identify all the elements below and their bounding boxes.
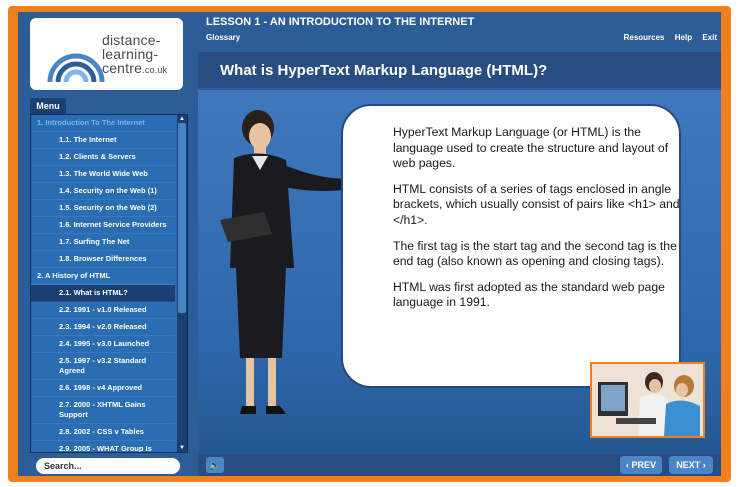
menu-item[interactable]: 1.2. Clients & Servers (31, 149, 175, 166)
menu-item[interactable]: 2.6. 1998 - v4 Approved (31, 380, 175, 397)
menu-panel: 1. Introduction To The Internet 1.1. The … (30, 114, 188, 453)
menu-tab[interactable]: Menu (30, 98, 66, 114)
menu-item[interactable]: 1.7. Surfing The Net (31, 234, 175, 251)
students-photo (590, 362, 705, 438)
help-link[interactable]: Help (675, 33, 692, 42)
scroll-down-icon[interactable]: ▼ (177, 444, 187, 452)
logo-arc-icon (47, 53, 105, 83)
paragraph-4: HTML was first adopted as the standard w… (393, 279, 665, 310)
logo-line3: centre (102, 60, 143, 76)
menu-item[interactable]: 1.5. Security on the Web (2) (31, 200, 175, 217)
menu-item[interactable]: 2.2. 1991 - v1.0 Released (31, 302, 175, 319)
menu-item[interactable]: 1.6. Internet Service Providers (31, 217, 175, 234)
paragraph-3: The first tag is the start tag and the s… (393, 238, 677, 269)
paragraph-1: HyperText Markup Language (or HTML) is t… (393, 125, 669, 171)
menu-item[interactable]: 1.8. Browser Differences (31, 251, 175, 268)
menu-list: 1. Introduction To The Internet 1.1. The … (31, 115, 175, 452)
menu-item[interactable]: 2.8. 2002 - CSS v Tables (31, 424, 175, 441)
menu-item[interactable]: 2.1. What is HTML? (31, 285, 175, 302)
logo: distance- learning- centre.co.uk (30, 18, 183, 90)
logo-wordmark: distance- learning- centre.co.uk (102, 33, 167, 77)
menu-item[interactable]: 2.5. 1997 - v3.2 Standard Agreed (31, 353, 175, 380)
slide-content: HyperText Markup Language (or HTML) is t… (393, 125, 683, 321)
speaker-icon[interactable]: 🔈 (206, 457, 224, 473)
logo-line2: learning- (102, 46, 159, 62)
menu-section[interactable]: 1. Introduction To The Internet (31, 115, 175, 132)
resources-link[interactable]: Resources (624, 33, 665, 42)
menu-item[interactable]: 2.4. 1995 - v3.0 Launched (31, 336, 175, 353)
exit-link[interactable]: Exit (702, 33, 717, 42)
menu-item[interactable]: 1.4. Security on the Web (1) (31, 183, 175, 200)
prev-button[interactable]: ‹ PREV (620, 456, 662, 474)
menu-item[interactable]: 2.9. 2005 - WHAT Group Is Formed (31, 441, 175, 452)
search-input[interactable]: Search... (36, 458, 180, 474)
logo-line1: distance- (102, 32, 161, 48)
menu-item[interactable]: 2.3. 1994 - v2.0 Released (31, 319, 175, 336)
lesson-title: LESSON 1 - AN INTRODUCTION TO THE INTERN… (206, 16, 475, 28)
scroll-up-icon[interactable]: ▲ (177, 115, 187, 123)
top-nav: Resources Help Exit (616, 33, 717, 42)
menu-item[interactable]: 1.3. The World Wide Web (31, 166, 175, 183)
paragraph-2: HTML consists of a series of tags enclos… (393, 181, 680, 227)
slide-title: What is HyperText Markup Language (HTML)… (220, 62, 548, 79)
menu-item[interactable]: 1.1. The Internet (31, 132, 175, 149)
glossary-link[interactable]: Glossary (206, 33, 240, 42)
menu-item[interactable]: 2.7. 2000 - XHTML Gains Support (31, 397, 175, 424)
scroll-thumb[interactable] (178, 123, 186, 313)
students-computer-image (592, 364, 703, 436)
next-button[interactable]: NEXT › (669, 456, 713, 474)
logo-suffix: .co.uk (142, 65, 168, 75)
menu-scrollbar[interactable]: ▲ ▼ (177, 115, 187, 452)
menu-section[interactable]: 2. A History of HTML (31, 268, 175, 285)
